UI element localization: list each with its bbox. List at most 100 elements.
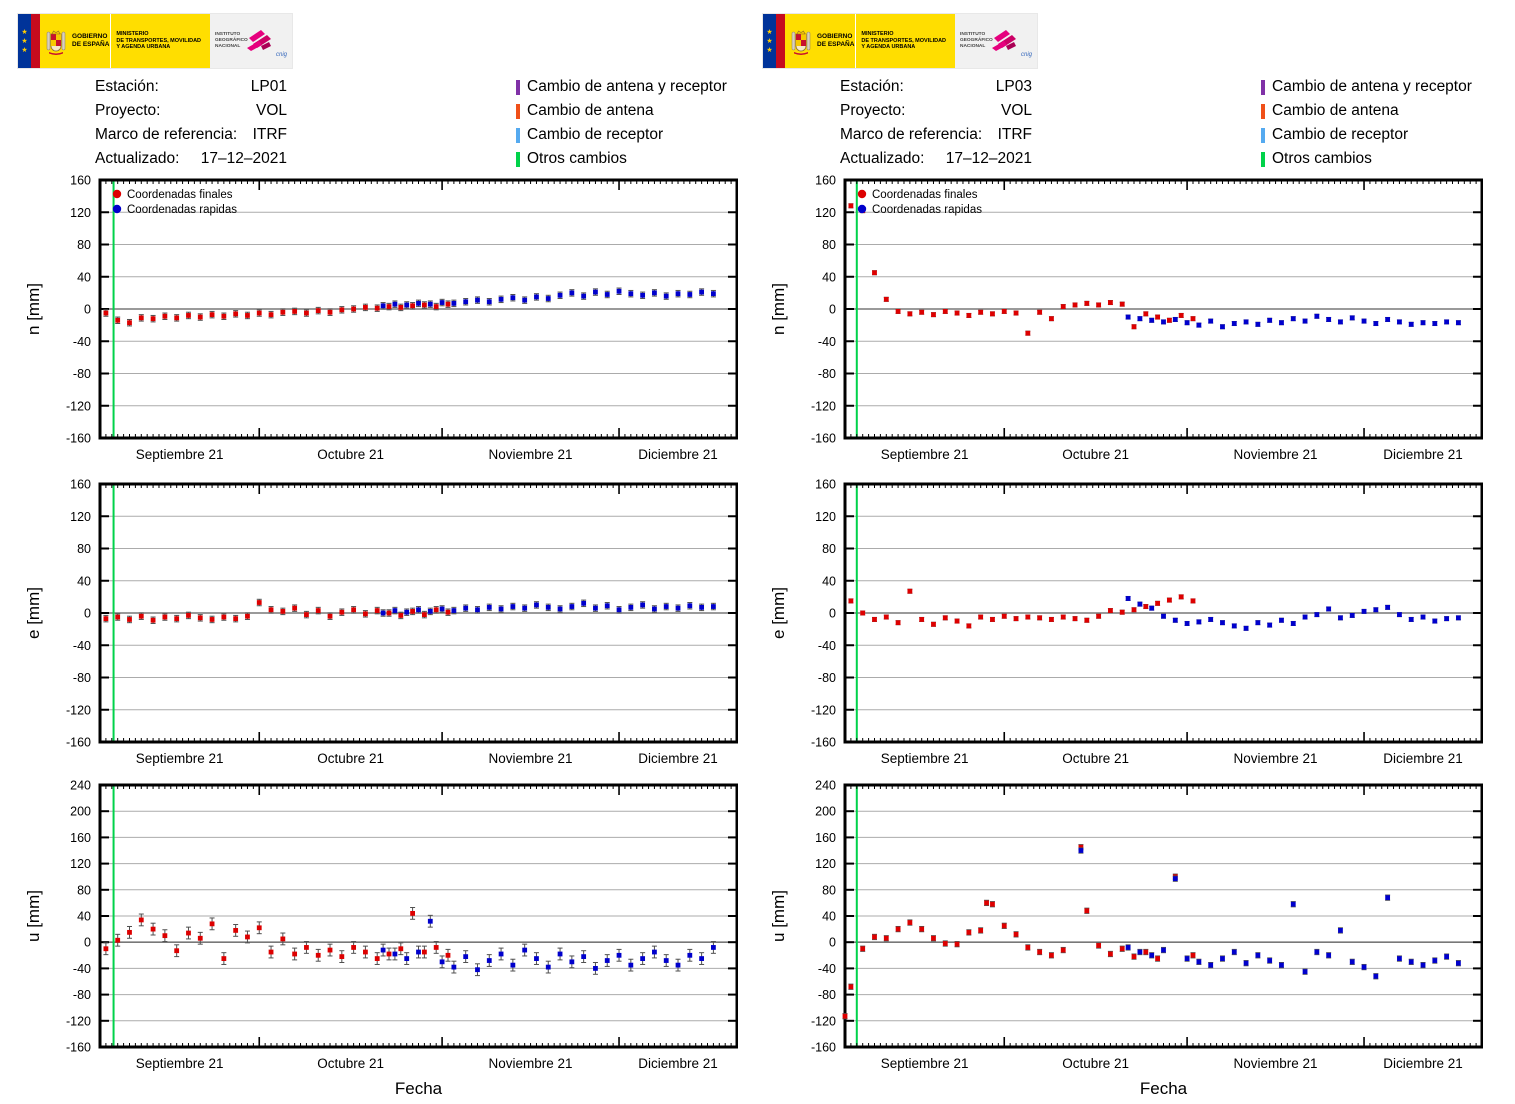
svg-text:Octubre 21: Octubre 21 bbox=[1062, 751, 1129, 766]
legend-color-bar bbox=[1261, 151, 1265, 167]
svg-text:-120: -120 bbox=[811, 399, 836, 413]
logo-divider bbox=[855, 14, 857, 68]
legend-label: Cambio de antena bbox=[1272, 102, 1399, 119]
legend-item-antena: Cambio de antena bbox=[516, 99, 727, 123]
svg-text:160: 160 bbox=[70, 831, 91, 845]
svg-text:Diciembre 21: Diciembre 21 bbox=[1383, 447, 1463, 462]
legend-label: Cambio de receptor bbox=[527, 126, 664, 143]
svg-text:Octubre 21: Octubre 21 bbox=[317, 447, 384, 462]
gobierno-box: GOBIERNO DE ESPAÑA MINISTERIO DE TRANSPORT… bbox=[40, 14, 210, 68]
cnig-word: cnig bbox=[1021, 52, 1033, 58]
legend-item-antena: Cambio de antena bbox=[1261, 99, 1472, 123]
info-row-frame: Marco de referencia: ITRF bbox=[840, 123, 1032, 147]
svg-text:Diciembre 21: Diciembre 21 bbox=[1383, 751, 1463, 766]
svg-text:240: 240 bbox=[70, 779, 91, 793]
gobierno-text: GOBIERNO DE ESPAÑA bbox=[817, 33, 855, 48]
chart-u-lp03: -160 -120 -80 -40 0 40 80 120 160 200 240 Septiembr… bbox=[769, 779, 1483, 1098]
legend-item-receptor: Cambio de receptor bbox=[516, 123, 727, 147]
spain-coat-of-arms-icon bbox=[46, 30, 66, 55]
svg-text:-160: -160 bbox=[66, 736, 91, 750]
svg-text:-120: -120 bbox=[66, 1014, 91, 1028]
svg-text:Coordenadas rapidas: Coordenadas rapidas bbox=[127, 204, 237, 216]
cnig-logo-icon bbox=[992, 30, 1016, 51]
legend-item-antena-receptor: Cambio de antena y receptor bbox=[1261, 75, 1472, 99]
spain-flag-stripe bbox=[31, 14, 40, 68]
chart-e-lp01: -160 -120 -80 -40 0 40 80 120 160 Septiembre 21 Oc… bbox=[24, 478, 738, 766]
gnss-timeseries-report: { "logo": { "gov_line1": "GOBIERNO", "go… bbox=[0, 0, 1515, 1098]
legend-color-bar bbox=[516, 151, 520, 167]
updated-value: 17–12–2021 bbox=[945, 150, 1032, 167]
svg-text:Octubre 21: Octubre 21 bbox=[1062, 1056, 1129, 1071]
legend-item-receptor: Cambio de receptor bbox=[1261, 123, 1472, 147]
svg-text:n [mm]: n [mm] bbox=[24, 283, 43, 335]
eu-flag-stripe: ★ ★ ★ bbox=[763, 14, 776, 68]
svg-text:0: 0 bbox=[829, 607, 836, 621]
frame-label: Marco de referencia: bbox=[95, 126, 238, 143]
project-value: VOL bbox=[255, 102, 287, 119]
svg-text:Diciembre 21: Diciembre 21 bbox=[638, 751, 718, 766]
svg-text:200: 200 bbox=[70, 805, 91, 819]
svg-text:-160: -160 bbox=[811, 736, 836, 750]
svg-text:40: 40 bbox=[77, 574, 91, 588]
svg-text:40: 40 bbox=[822, 910, 836, 924]
gobierno-text: GOBIERNO DE ESPAÑA bbox=[72, 33, 110, 48]
ministerio-text: MINISTERIO DE TRANSPORTES, MOVILIDAD Y AGE… bbox=[861, 30, 947, 51]
svg-text:Septiembre 21: Septiembre 21 bbox=[881, 1056, 969, 1071]
station-value: LP01 bbox=[250, 78, 287, 95]
svg-text:-40: -40 bbox=[73, 639, 91, 653]
svg-text:-160: -160 bbox=[66, 432, 91, 446]
legend-label: Otros cambios bbox=[1272, 150, 1372, 167]
svg-text:Septiembre 21: Septiembre 21 bbox=[881, 447, 969, 462]
spain-coat-of-arms-icon bbox=[791, 30, 811, 55]
updated-value: 17–12–2021 bbox=[200, 150, 287, 167]
svg-text:0: 0 bbox=[84, 303, 91, 317]
svg-text:Noviembre 21: Noviembre 21 bbox=[1234, 1056, 1318, 1071]
project-label: Proyecto: bbox=[95, 102, 161, 119]
legend-item-otros: Otros cambios bbox=[1261, 147, 1472, 171]
legend-color-bar bbox=[1261, 79, 1265, 95]
info-row-station: Estación: LP03 bbox=[840, 75, 1032, 99]
ign-text: INSTITUTO GEOGRÁFICO NACIONAL bbox=[215, 31, 248, 50]
svg-text:160: 160 bbox=[70, 478, 91, 492]
svg-text:120: 120 bbox=[70, 857, 91, 871]
svg-text:-120: -120 bbox=[811, 1014, 836, 1028]
cnig-logo-icon bbox=[247, 30, 271, 51]
svg-text:Septiembre 21: Septiembre 21 bbox=[136, 751, 224, 766]
ign-box: INSTITUTO GEOGRÁFICO NACIONAL cnig bbox=[210, 14, 292, 68]
svg-text:e [mm]: e [mm] bbox=[769, 587, 788, 639]
info-row-frame: Marco de referencia: ITRF bbox=[95, 123, 287, 147]
svg-text:240: 240 bbox=[815, 779, 836, 793]
eu-flag-stripe: ★ ★ ★ bbox=[18, 14, 31, 68]
legend-label: Cambio de antena y receptor bbox=[1272, 78, 1472, 95]
station-label: Estación: bbox=[95, 78, 159, 95]
svg-text:u [mm]: u [mm] bbox=[24, 890, 43, 942]
station-info: Estación: LP01 Proyecto: VOL Marco de re… bbox=[95, 75, 287, 171]
svg-text:-80: -80 bbox=[818, 367, 836, 381]
spain-flag-stripe bbox=[776, 14, 785, 68]
chart-u-lp01: -160 -120 -80 -40 0 40 80 120 160 200 240 Septiembr… bbox=[24, 779, 738, 1098]
cnig-word: cnig bbox=[276, 52, 288, 58]
legend-color-bar bbox=[516, 103, 520, 119]
legend-label: Cambio de antena y receptor bbox=[527, 78, 727, 95]
svg-text:80: 80 bbox=[822, 883, 836, 897]
svg-text:Septiembre 21: Septiembre 21 bbox=[136, 1056, 224, 1071]
svg-text:80: 80 bbox=[77, 238, 91, 252]
svg-text:e [mm]: e [mm] bbox=[24, 587, 43, 639]
svg-text:-40: -40 bbox=[818, 639, 836, 653]
svg-text:40: 40 bbox=[77, 910, 91, 924]
svg-text:Diciembre 21: Diciembre 21 bbox=[1383, 1056, 1463, 1071]
svg-text:Noviembre 21: Noviembre 21 bbox=[1234, 447, 1318, 462]
legend-label: Cambio de antena bbox=[527, 102, 654, 119]
svg-text:Septiembre 21: Septiembre 21 bbox=[881, 751, 969, 766]
legend-label: Otros cambios bbox=[527, 150, 627, 167]
svg-text:-120: -120 bbox=[66, 399, 91, 413]
frame-label: Marco de referencia: bbox=[840, 126, 983, 143]
project-value: VOL bbox=[1000, 102, 1032, 119]
svg-text:120: 120 bbox=[815, 206, 836, 220]
svg-text:200: 200 bbox=[815, 805, 836, 819]
svg-text:-120: -120 bbox=[811, 703, 836, 717]
project-label: Proyecto: bbox=[840, 102, 906, 119]
svg-text:0: 0 bbox=[84, 936, 91, 950]
svg-text:80: 80 bbox=[77, 542, 91, 556]
station-value: LP03 bbox=[995, 78, 1032, 95]
